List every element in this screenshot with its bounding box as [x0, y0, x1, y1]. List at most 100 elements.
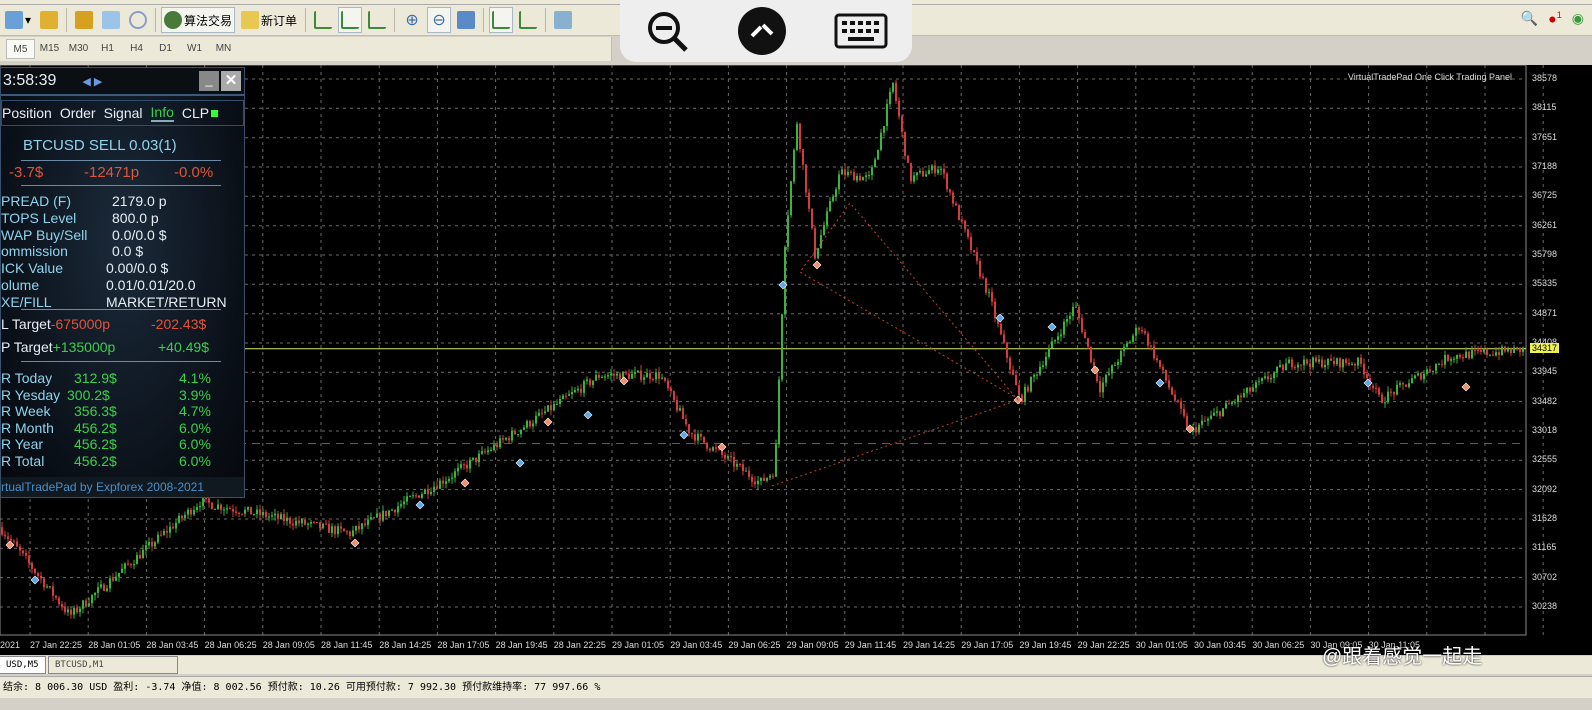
candle-body — [1429, 369, 1431, 372]
panel-tab-info[interactable]: Info — [150, 104, 174, 122]
nav-arrows-icon[interactable]: ◀ ▶ — [82, 75, 102, 88]
navigator-button[interactable] — [99, 7, 123, 33]
candle-body — [1441, 363, 1443, 365]
info-value: 0.00/0.0 $ — [106, 260, 169, 277]
timeframe-d1[interactable]: D1 — [151, 39, 180, 59]
community-icon[interactable]: ◉ — [1572, 10, 1584, 27]
candle-body — [1078, 306, 1080, 319]
zoom-out-icon[interactable] — [644, 8, 690, 54]
trading-panel-label[interactable]: VirtualTradePad One Click Trading Panel — [1348, 72, 1512, 82]
keyboard-icon[interactable] — [834, 11, 888, 51]
candle-body — [1099, 380, 1101, 393]
candle-body — [1510, 349, 1512, 354]
stat-percent: 6.0% — [179, 436, 211, 452]
panel-footer[interactable]: rtualTradePad by Expforex 2008-2021 — [1, 477, 244, 497]
line-chart-button[interactable] — [365, 7, 389, 33]
candle-body — [1, 527, 3, 535]
timeframe-w1[interactable]: W1 — [180, 39, 209, 59]
candle-body — [589, 379, 591, 385]
candle-body — [832, 196, 834, 202]
search-icon[interactable]: 🔍 — [1521, 10, 1538, 27]
candle-body — [1171, 387, 1173, 395]
info-label: olume — [1, 277, 40, 293]
candle-body — [7, 536, 9, 539]
signals-button[interactable] — [126, 7, 150, 33]
chart-tab-m5[interactable]: USD,M5 — [0, 656, 46, 674]
candle-body — [1330, 358, 1332, 361]
candle-body — [1006, 342, 1008, 358]
templates-button[interactable] — [551, 7, 575, 33]
info-value: 0.0/0.0 $ — [112, 226, 167, 243]
candle-body — [1468, 351, 1470, 359]
candle-body — [1285, 363, 1287, 371]
chart-tab-m1[interactable]: BTCUSD,M1 — [48, 656, 178, 674]
candle-body — [1381, 394, 1383, 404]
candle-body — [1495, 352, 1497, 356]
candle-body — [748, 470, 750, 477]
candle-body — [520, 429, 522, 435]
zoom-out-button[interactable]: ⊖ — [427, 7, 452, 33]
timeframe-mn[interactable]: MN — [209, 39, 238, 59]
profiles-button[interactable] — [37, 7, 61, 33]
candlestick-button[interactable] — [338, 7, 363, 33]
notification-icon[interactable]: ●1 — [1548, 10, 1561, 27]
algo-trading-button[interactable]: 算法交易 — [161, 7, 236, 33]
tile-windows-button[interactable] — [454, 7, 478, 33]
chart-shift-button[interactable] — [516, 7, 540, 33]
new-order-button[interactable]: 新订单 — [238, 7, 300, 33]
price-tick: 31628 — [1532, 513, 1558, 523]
candle-body — [1039, 366, 1041, 375]
candle-body — [433, 486, 435, 492]
panel-tab-order[interactable]: Order — [60, 105, 96, 121]
time-tick: 28 Jan 14:25 — [379, 640, 432, 650]
candle-body — [496, 444, 498, 448]
stat-label: R Month — [1, 419, 54, 436]
candle-body — [988, 292, 990, 294]
remote-desktop-icon[interactable] — [737, 6, 787, 56]
candle-body — [274, 513, 276, 516]
candle-body — [220, 504, 222, 510]
panel-tab-clp[interactable]: CLP — [182, 105, 209, 121]
remote-desktop-overlay — [620, 0, 912, 62]
panel-tab-signal[interactable]: Signal — [104, 105, 143, 121]
candle-body — [574, 390, 576, 392]
candle-body — [631, 373, 633, 379]
candle-body — [1117, 362, 1119, 365]
timeframe-h4[interactable]: H4 — [122, 39, 151, 59]
stat-percent: 4.1% — [179, 370, 211, 386]
candle-body — [466, 464, 468, 469]
candle-body — [331, 526, 333, 533]
candle-body — [784, 246, 786, 315]
timeframe-m5[interactable]: M5 — [6, 39, 35, 59]
autoscroll-button[interactable] — [489, 7, 514, 33]
candle-body — [1366, 374, 1368, 379]
candle-body — [829, 201, 831, 212]
zoom-in-button[interactable]: ⊕ — [400, 7, 424, 33]
candle-body — [844, 169, 846, 176]
timeframe-h1[interactable]: H1 — [93, 39, 122, 59]
panel-tab-position[interactable]: Position — [2, 105, 52, 121]
candle-body — [43, 578, 45, 588]
candle-body — [307, 523, 309, 525]
market-watch-button[interactable] — [72, 7, 96, 33]
candle-body — [1405, 384, 1407, 387]
sl-label: L Target — [1, 316, 51, 332]
candle-body — [733, 457, 735, 467]
candle-body — [70, 609, 72, 615]
candle-body — [1222, 408, 1224, 417]
close-button[interactable]: ✕ — [221, 71, 241, 91]
timeframe-m30[interactable]: M30 — [64, 39, 93, 59]
new-chart-button[interactable]: ▾ — [2, 7, 34, 33]
candle-body — [691, 433, 693, 435]
bar-chart-button[interactable] — [311, 7, 335, 33]
info-label: XE/FILL — [1, 293, 52, 310]
candle-body — [1498, 352, 1500, 356]
minimize-button[interactable]: _ — [199, 71, 219, 91]
price-tick: 34871 — [1532, 307, 1558, 318]
candle-body — [547, 405, 549, 412]
timeframe-m15[interactable]: M15 — [35, 39, 64, 59]
price-tick: 38578 — [1532, 73, 1558, 83]
candle-body — [1147, 333, 1149, 346]
candle-body — [4, 534, 6, 537]
candle-body — [241, 513, 243, 515]
